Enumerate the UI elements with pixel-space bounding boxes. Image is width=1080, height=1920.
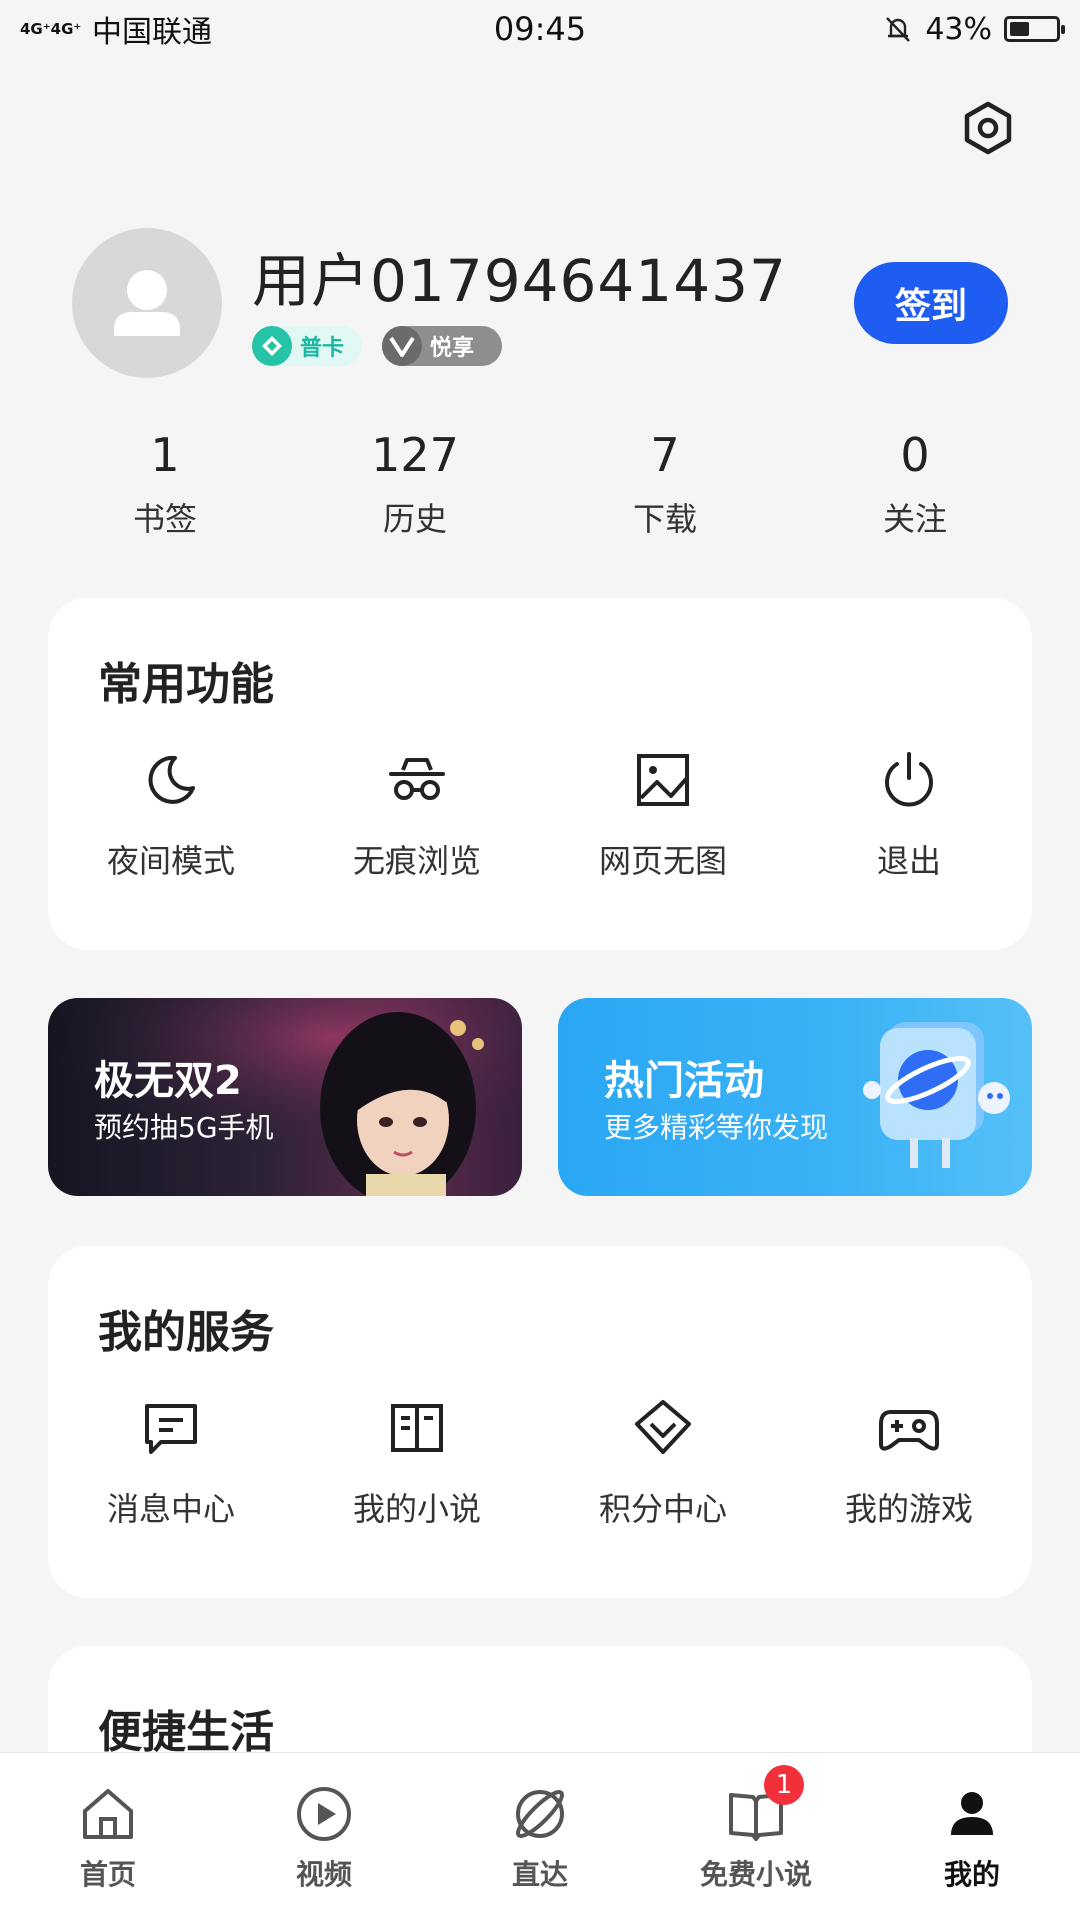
badge-yuexiang[interactable]: 悦享 bbox=[382, 326, 502, 366]
tab-free-novels[interactable]: 免费小说 1 bbox=[648, 1753, 864, 1920]
grid-label: 无痕浏览 bbox=[352, 842, 481, 880]
tab-label: 首页 bbox=[79, 1858, 136, 1891]
night-mode-button[interactable]: 夜间模式 bbox=[48, 748, 294, 882]
avatar[interactable] bbox=[72, 228, 222, 378]
network-signal-indicator: 4G⁺4G⁺ bbox=[20, 19, 82, 38]
tab-home[interactable]: 首页 bbox=[0, 1753, 216, 1920]
points-center-button[interactable]: 积分中心 bbox=[540, 1396, 786, 1530]
username: 用户01794641437 bbox=[252, 247, 787, 315]
exit-button[interactable]: 退出 bbox=[786, 748, 1032, 882]
profile-header: 用户01794641437 普卡 悦享 签到 bbox=[72, 228, 1008, 378]
image-icon bbox=[637, 754, 689, 806]
grid-label: 夜间模式 bbox=[106, 842, 235, 880]
diamond-icon bbox=[635, 1400, 691, 1454]
bottom-tab-bar: 首页 视频 直达 免费小说 1 我的 bbox=[0, 1752, 1080, 1920]
no-image-mode-button[interactable]: 网页无图 bbox=[540, 748, 786, 882]
incognito-icon bbox=[389, 758, 445, 800]
status-bar: 4G⁺4G⁺ 中国联通 09:45 43% bbox=[0, 0, 1080, 58]
stat-value: 7 bbox=[650, 428, 680, 482]
person-icon bbox=[951, 1792, 993, 1835]
stat-label: 书签 bbox=[132, 500, 197, 538]
tab-label: 免费小说 bbox=[699, 1858, 812, 1891]
grid-label: 我的游戏 bbox=[844, 1490, 973, 1528]
my-services-card: 我的服务 消息中心 我的小说 积分中心 我的游戏 bbox=[48, 1246, 1032, 1598]
battery-percent: 43% bbox=[925, 11, 992, 47]
activity-banner[interactable]: 热门活动 更多精彩等你发现 bbox=[558, 998, 1032, 1196]
banner-title: 热门活动 bbox=[604, 1058, 764, 1104]
battery-icon bbox=[1004, 16, 1065, 42]
stat-label: 关注 bbox=[882, 500, 947, 538]
stats-row: 1 书签 127 历史 7 下载 0 关注 bbox=[40, 420, 1040, 550]
tab-mine[interactable]: 我的 bbox=[864, 1753, 1080, 1920]
tab-label: 视频 bbox=[295, 1858, 352, 1891]
stat-label: 历史 bbox=[382, 500, 447, 538]
banner-subtitle: 预约抽5G手机 bbox=[94, 1111, 274, 1144]
stat-value: 127 bbox=[371, 428, 459, 482]
badge-yuexiang-label: 悦享 bbox=[430, 336, 475, 361]
grid-label: 网页无图 bbox=[598, 842, 727, 880]
planet-icon bbox=[516, 1790, 564, 1838]
battery-level-fill bbox=[1010, 22, 1029, 36]
notification-badge: 1 bbox=[764, 1765, 804, 1805]
grid-label: 消息中心 bbox=[106, 1490, 235, 1528]
tab-label: 直达 bbox=[511, 1858, 568, 1891]
status-time: 09:45 bbox=[493, 10, 587, 48]
game-banner[interactable]: 极无双2 预约抽5G手机 bbox=[48, 998, 522, 1196]
my-novels-button[interactable]: 我的小说 bbox=[294, 1396, 540, 1530]
diamond-badge-icon bbox=[252, 326, 292, 366]
message-center-button[interactable]: 消息中心 bbox=[48, 1396, 294, 1530]
section-title: 常用功能 bbox=[98, 659, 274, 710]
gamepad-icon bbox=[879, 1410, 939, 1451]
common-functions-card: 常用功能 夜间模式 无痕浏览 网页无图 退出 bbox=[48, 598, 1032, 950]
signin-button[interactable]: 签到 bbox=[854, 262, 1008, 344]
silent-bell-icon bbox=[886, 17, 911, 42]
home-icon bbox=[83, 1789, 133, 1839]
section-title: 便捷生活 bbox=[98, 1707, 274, 1758]
book-icon bbox=[391, 1404, 443, 1452]
stat-value: 1 bbox=[150, 428, 180, 482]
stat-follows[interactable]: 0 关注 bbox=[790, 420, 1040, 550]
default-avatar-icon bbox=[114, 270, 180, 336]
badge-puka[interactable]: 普卡 bbox=[252, 326, 362, 366]
stat-label: 下载 bbox=[632, 500, 697, 538]
carrier-name: 中国联通 bbox=[92, 15, 212, 50]
my-games-button[interactable]: 我的游戏 bbox=[786, 1396, 1032, 1530]
tab-video[interactable]: 视频 bbox=[216, 1753, 432, 1920]
section-title: 我的服务 bbox=[98, 1307, 274, 1358]
tab-direct[interactable]: 直达 bbox=[432, 1753, 648, 1920]
grid-label: 退出 bbox=[876, 842, 941, 880]
incognito-button[interactable]: 无痕浏览 bbox=[294, 748, 540, 882]
v-badge-icon bbox=[382, 326, 422, 366]
stat-downloads[interactable]: 7 下载 bbox=[540, 420, 790, 550]
badge-puka-label: 普卡 bbox=[300, 336, 345, 361]
tab-label: 我的 bbox=[943, 1858, 1000, 1891]
banner-title: 极无双2 bbox=[94, 1058, 242, 1104]
moon-icon bbox=[148, 755, 195, 804]
settings-hexagon-icon[interactable] bbox=[958, 98, 1018, 158]
stat-value: 0 bbox=[900, 428, 930, 482]
banner-subtitle: 更多精彩等你发现 bbox=[604, 1111, 829, 1144]
message-icon bbox=[145, 1404, 197, 1454]
power-icon bbox=[885, 752, 933, 807]
stat-bookmarks[interactable]: 1 书签 bbox=[40, 420, 290, 550]
grid-label: 我的小说 bbox=[352, 1490, 481, 1528]
play-icon bbox=[297, 1787, 351, 1841]
grid-label: 积分中心 bbox=[598, 1490, 727, 1528]
stat-history[interactable]: 127 历史 bbox=[290, 420, 540, 550]
